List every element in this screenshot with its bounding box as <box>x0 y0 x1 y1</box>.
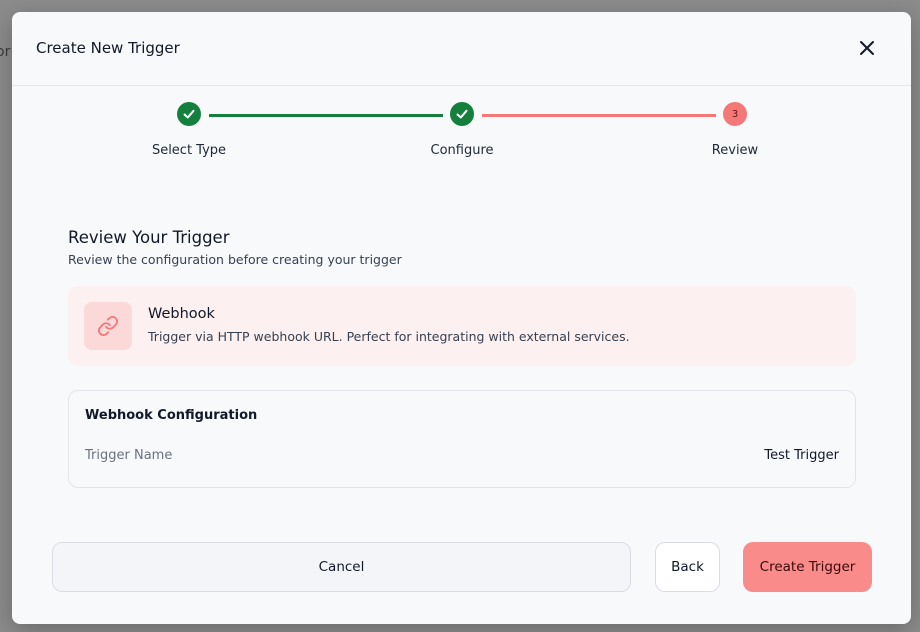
step-1-indicator <box>177 102 201 126</box>
trigger-type-description: Trigger via HTTP webhook URL. Perfect fo… <box>148 329 630 344</box>
type-icon-container <box>84 302 132 350</box>
link-icon <box>97 315 119 337</box>
review-title: Review Your Trigger <box>68 228 230 247</box>
background-text: or <box>0 44 11 60</box>
step-label-select-type: Select Type <box>151 143 227 158</box>
close-icon <box>860 41 874 55</box>
configuration-title: Webhook Configuration <box>85 408 258 423</box>
review-subtitle: Review the configuration before creating… <box>68 252 402 267</box>
step-3-indicator: 3 <box>723 102 747 126</box>
close-button[interactable] <box>858 39 876 57</box>
trigger-type-name: Webhook <box>148 306 215 322</box>
trigger-name-value: Test Trigger <box>764 448 839 463</box>
trigger-name-label: Trigger Name <box>85 448 173 463</box>
step-connector-2 <box>482 114 716 117</box>
cancel-button[interactable]: Cancel <box>52 542 631 592</box>
check-icon <box>183 109 195 119</box>
check-icon <box>456 109 468 119</box>
step-2-indicator <box>450 102 474 126</box>
step-label-review: Review <box>711 143 759 158</box>
create-trigger-button[interactable]: Create Trigger <box>743 542 872 592</box>
step-number: 3 <box>731 108 739 120</box>
create-trigger-dialog: Create New Trigger 3 Select Type Configu… <box>12 12 911 624</box>
dialog-title: Create New Trigger <box>36 39 180 57</box>
step-connector-1 <box>209 114 443 117</box>
back-button[interactable]: Back <box>655 542 720 592</box>
step-label-configure: Configure <box>430 143 494 158</box>
trigger-type-card: Webhook Trigger via HTTP webhook URL. Pe… <box>68 286 856 366</box>
configuration-card: Webhook Configuration Trigger Name Test … <box>68 390 856 488</box>
dialog-header: Create New Trigger <box>12 12 911 86</box>
